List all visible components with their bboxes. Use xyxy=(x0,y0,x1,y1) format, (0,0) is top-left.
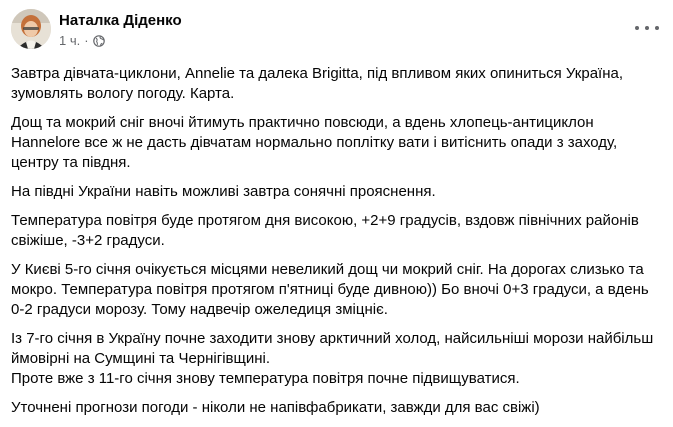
text-line: На півдні України навіть можливі завтра … xyxy=(11,183,436,200)
text-line: Дощ та мокрий сніг вночі йтимуть практич… xyxy=(11,114,594,131)
text-line: Уточнені прогнози погоди - ніколи не нап… xyxy=(11,399,540,416)
paragraph-1: Завтра дівчата-циклони, Annelie та далек… xyxy=(11,64,666,104)
text-line: Проте вже з 11-го січня знову температур… xyxy=(11,370,520,387)
post-time[interactable]: 1 ч. xyxy=(59,33,80,49)
text-line: Hannelore все ж не дасть дівчатам нормал… xyxy=(11,134,618,151)
post-header: Наталка Діденко 1 ч. · xyxy=(11,9,182,55)
post-subline: 1 ч. · xyxy=(59,33,182,49)
post-meta: Наталка Діденко 1 ч. · xyxy=(59,9,182,49)
paragraph-5: У Києві 5-го січня очікується місцями не… xyxy=(11,260,666,320)
text-line: 0-2 градуси морозу. Тому надвечір ожелед… xyxy=(11,301,388,318)
paragraph-2: Дощ та мокрий сніг вночі йтимуть практич… xyxy=(11,113,666,173)
text-line: зумовлять вологу погоду. Карта. xyxy=(11,85,235,102)
author-name[interactable]: Наталка Діденко xyxy=(59,11,182,30)
globe-icon[interactable] xyxy=(92,35,105,47)
text-line: мокро. Температура повітря протягом п'ят… xyxy=(11,281,649,298)
more-options-icon[interactable] xyxy=(635,20,659,36)
paragraph-6: Із 7-го січня в Україну почне заходити з… xyxy=(11,329,666,389)
paragraph-7: Уточнені прогнози погоди - ніколи не нап… xyxy=(11,398,666,418)
text-line: ймовірні на Сумщині та Чернігівщині. xyxy=(11,350,271,367)
text-line: Із 7-го січня в Україну почне заходити з… xyxy=(11,330,654,347)
avatar[interactable] xyxy=(11,9,51,49)
text-line: Завтра дівчата-циклони, Annelie та далек… xyxy=(11,65,623,82)
avatar-photo xyxy=(11,9,51,49)
text-line: свіжіше, -3+2 градуси. xyxy=(11,232,165,249)
paragraph-3: На півдні України навіть можливі завтра … xyxy=(11,182,666,202)
text-line: У Києві 5-го січня очікується місцями не… xyxy=(11,261,644,278)
separator-dot: · xyxy=(84,33,89,48)
text-line: Температура повітря буде протягом дня ви… xyxy=(11,212,639,229)
facebook-post: Наталка Діденко 1 ч. · Завтра дівчата-ци… xyxy=(0,0,673,418)
paragraph-4: Температура повітря буде протягом дня ви… xyxy=(11,211,666,251)
text-line: центру та півдня. xyxy=(11,154,131,171)
post-text: Завтра дівчата-циклони, Annelie та далек… xyxy=(11,64,666,427)
